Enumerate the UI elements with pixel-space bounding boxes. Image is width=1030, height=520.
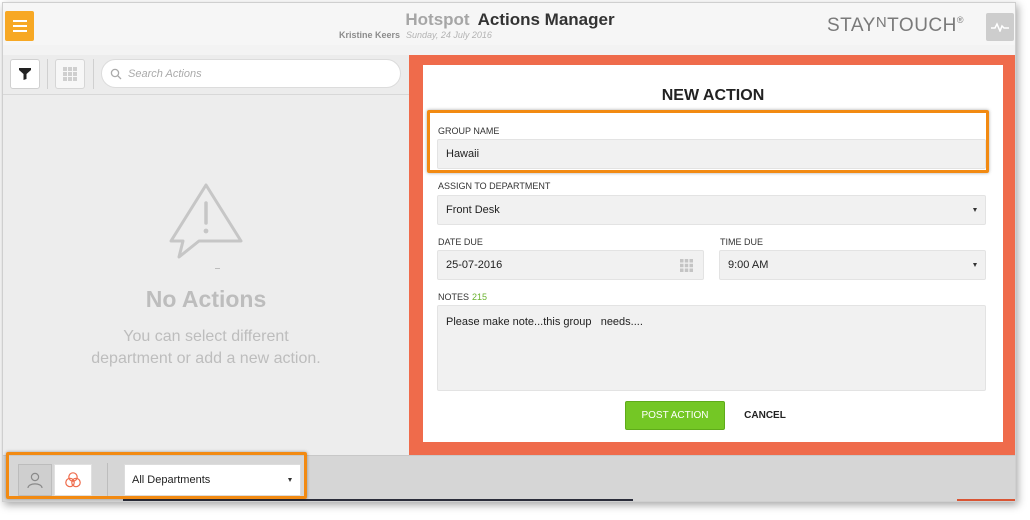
notes-label-text: NOTES — [438, 292, 470, 302]
filter-funnel-icon[interactable] — [10, 59, 40, 89]
empty-state-line-1: You can select different — [123, 328, 289, 345]
empty-state-message: You can select different department or a… — [63, 326, 349, 370]
actions-toolbar — [3, 55, 409, 95]
time-due-select[interactable]: 9:00 AM — [719, 250, 986, 280]
date-due-value: 25-07-2016 — [446, 259, 503, 271]
chevron-down-icon — [973, 263, 977, 267]
stayntouch-logo: STAYNTOUCH® — [827, 14, 965, 37]
department-filter-select[interactable]: All Departments — [124, 464, 301, 496]
background-strip-accent — [957, 499, 1015, 501]
date-due-label: DATE DUE — [438, 237, 483, 247]
current-date: Sunday, 24 July 2016 — [406, 30, 492, 40]
group-name-field[interactable]: Hawaii — [437, 139, 986, 169]
notes-char-count: 215 — [472, 292, 488, 302]
background-strip — [123, 499, 633, 501]
user-date-line: Kristine Keers Sunday, 24 July 2016 — [339, 30, 492, 40]
empty-state-line-2: department or add a new action. — [91, 350, 321, 367]
logo-part-n: N — [875, 14, 888, 31]
new-action-form: NEW ACTION GROUP NAME Hawaii ASSIGN TO D… — [423, 65, 1003, 442]
activity-pulse-icon[interactable] — [986, 13, 1014, 41]
new-action-panel: NEW ACTION GROUP NAME Hawaii ASSIGN TO D… — [409, 55, 1015, 455]
top-header: Hotspot Actions Manager Kristine Keers Sun… — [3, 3, 1015, 45]
department-label: ASSIGN TO DEPARTMENT — [438, 181, 551, 191]
notes-label: NOTES 215 — [438, 292, 487, 302]
group-name-label: GROUP NAME — [438, 126, 500, 136]
bottom-filter-bar: All Departments — [3, 455, 1015, 501]
warning-speech-bubble-icon — [167, 181, 245, 266]
calendar-icon[interactable] — [680, 259, 693, 275]
department-filter-value: All Departments — [132, 474, 211, 486]
venn-circles-icon[interactable] — [54, 464, 92, 496]
person-icon[interactable] — [18, 464, 52, 496]
toolbar-divider — [93, 59, 94, 89]
time-due-value: 9:00 AM — [728, 259, 769, 271]
bottom-divider — [107, 463, 108, 497]
time-due-label: TIME DUE — [720, 237, 764, 247]
actions-list-panel: No Actions You can select different depa… — [3, 55, 409, 455]
post-action-button[interactable]: POST ACTION — [625, 401, 725, 430]
notes-value: Please make note...this group needs.... — [446, 316, 643, 328]
app-name: Hotspot — [405, 10, 470, 29]
logo-part-1: STAY — [827, 15, 876, 36]
page-title-text: Actions Manager — [477, 10, 615, 29]
grid-view-icon[interactable] — [55, 59, 85, 89]
toolbar-divider — [47, 59, 48, 89]
logo-part-2: TOUCH — [887, 15, 957, 36]
date-due-field[interactable]: 25-07-2016 — [437, 250, 704, 280]
notes-textarea[interactable]: Please make note...this group needs.... — [437, 305, 986, 391]
empty-state-title: No Actions — [145, 286, 267, 312]
group-name-value: Hawaii — [446, 148, 480, 160]
department-select[interactable]: Front Desk — [437, 195, 986, 225]
department-value: Front Desk — [446, 204, 500, 216]
chevron-down-icon — [973, 208, 977, 212]
user-name: Kristine Keers — [339, 30, 401, 40]
divider-dash — [215, 268, 220, 269]
search-bar — [101, 59, 401, 88]
cancel-button[interactable]: CANCEL — [741, 401, 789, 430]
search-input[interactable] — [128, 65, 390, 83]
chevron-down-icon — [288, 478, 292, 482]
form-title: NEW ACTION — [661, 87, 765, 104]
search-icon — [110, 67, 122, 85]
app-window: Hotspot Actions Manager Kristine Keers Sun… — [2, 2, 1016, 502]
logo-registered-mark: ® — [956, 15, 965, 25]
